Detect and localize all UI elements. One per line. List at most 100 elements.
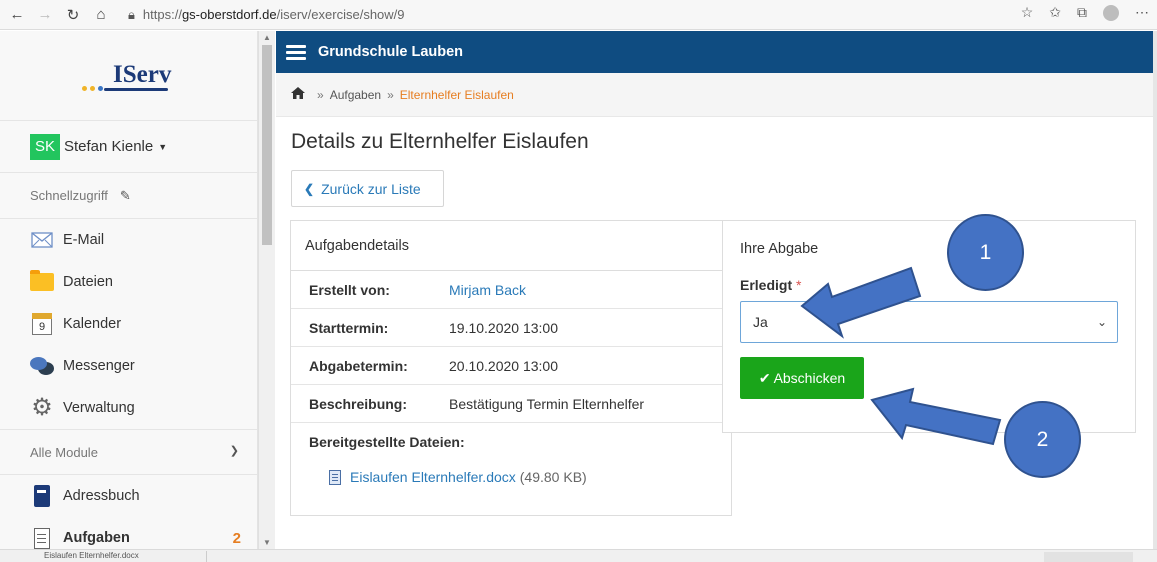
task-details-card: Aufgabendetails Erstellt von: Mirjam Bac… [290, 220, 732, 516]
url-prefix: https:// [142, 7, 182, 22]
submission-heading: Ihre Abgabe [740, 241, 819, 257]
breadcrumb-tasks[interactable]: Aufgaben [330, 88, 381, 102]
sidebar-item-label: Kalender [63, 316, 122, 332]
main-scrollbar[interactable] [1153, 31, 1157, 549]
sidebar-scrollbar[interactable]: ▲ ▼ [258, 31, 275, 549]
chevron-down-icon: ⌄ [1096, 315, 1107, 329]
calendar-icon: 9 [30, 313, 54, 335]
favorites-list-icon[interactable]: ✩ [1049, 4, 1061, 21]
profile-avatar-icon[interactable] [1103, 4, 1119, 21]
page-title: Details zu Elternhelfer Eislaufen [291, 130, 589, 153]
user-avatar: SK [30, 133, 60, 160]
hamburger-menu-icon[interactable] [286, 44, 306, 60]
breadcrumb-current: Elternhelfer Eislaufen [399, 87, 514, 102]
folder-icon [30, 270, 54, 293]
logo-text: IServ [113, 61, 172, 88]
browser-toolbar: ← → ↻ ⌂ 🔒︎ https://gs-oberstdorf.de/iser… [0, 0, 1157, 30]
statusbar-text: Eislaufen Elternhelfer.docx [44, 551, 139, 560]
address-book-icon [30, 485, 54, 507]
home-icon[interactable]: ⌂ [90, 4, 112, 26]
detail-row-start: Starttermin: 19.10.2020 13:00 [291, 309, 731, 347]
url-host: gs-oberstdorf.de [181, 7, 277, 22]
school-name[interactable]: Grundschule Lauben [318, 44, 463, 60]
logo-underline [104, 88, 168, 91]
lock-icon: 🔒︎ [128, 6, 135, 22]
logo-dots [82, 86, 103, 91]
detail-row-creator: Erstellt von: Mirjam Back [291, 271, 731, 309]
detail-row-description: Beschreibung: Bestätigung Termin Elternh… [291, 385, 731, 423]
all-modules-toggle[interactable]: Alle Module ❯ [0, 429, 257, 475]
annotation-step-1: 1 [947, 214, 1024, 291]
calendar-day: 9 [32, 313, 52, 335]
sidebar-item-administration[interactable]: ⚙ Verwaltung [0, 387, 257, 429]
back-to-list-button[interactable]: ❮ Zurück zur Liste [291, 170, 444, 207]
all-modules-label: Alle Module [30, 444, 98, 460]
browser-statusbar: Eislaufen Elternhelfer.docx [0, 549, 1157, 562]
detail-label: Erstellt von: [309, 281, 390, 298]
more-menu-icon[interactable]: ⋯ [1135, 4, 1149, 21]
chevron-left-icon: ❮ [304, 181, 315, 196]
sidebar: IServ SK Stefan Kienle ▼ Schnellzugriff … [0, 31, 258, 549]
sidebar-item-calendar[interactable]: 9 Kalender [0, 303, 257, 345]
scroll-up-icon[interactable]: ▲ [263, 33, 271, 42]
mail-icon [30, 229, 54, 251]
pencil-icon[interactable]: ✎ [120, 188, 131, 204]
file-link[interactable]: Eislaufen Elternhelfer.docx [350, 469, 516, 485]
breadcrumb-separator: » [317, 87, 324, 102]
clipboard-icon [30, 527, 54, 549]
detail-row-due: Abgabetermin: 20.10.2020 13:00 [291, 347, 731, 385]
address-bar[interactable]: https://gs-oberstdorf.de/iserv/exercise/… [143, 7, 405, 22]
reload-icon[interactable]: ↻ [62, 4, 84, 26]
statusbar-box [1044, 552, 1133, 562]
sidebar-item-files[interactable]: Dateien [0, 261, 257, 303]
provided-files-heading: Bereitgestellte Dateien: [309, 434, 465, 450]
top-navbar: Grundschule Lauben [276, 31, 1153, 73]
submission-card: Ihre Abgabe Erledigt * Ja ⌄ ✔ Abschicken [722, 220, 1136, 433]
sidebar-item-label: Verwaltung [63, 400, 135, 416]
file-item: Eislaufen Elternhelfer.docx (49.80 KB) [291, 469, 731, 485]
sidebar-item-messenger[interactable]: Messenger [0, 345, 257, 387]
home-icon[interactable] [291, 87, 305, 102]
sidebar-scroll-thumb[interactable] [262, 45, 272, 245]
sidebar-item-addressbook[interactable]: Adressbuch [0, 475, 257, 517]
detail-value: 20.10.2020 13:00 [449, 357, 558, 374]
statusbar-divider [206, 551, 207, 562]
submit-button[interactable]: ✔ Abschicken [740, 357, 864, 399]
forward-arrow-icon[interactable]: → [34, 4, 56, 26]
quick-access-header: Schnellzugriff ✎ [0, 173, 257, 219]
breadcrumb-separator: » [387, 87, 394, 102]
collections-icon[interactable]: ⧉ [1077, 4, 1087, 21]
document-icon [329, 469, 341, 485]
detail-label: Starttermin: [309, 319, 389, 336]
back-button-label: Zurück zur Liste [321, 180, 421, 197]
sidebar-item-email[interactable]: E-Mail [0, 219, 257, 261]
required-marker: * [796, 277, 802, 293]
gear-icon: ⚙ [31, 394, 53, 421]
sidebar-item-label: Adressbuch [63, 488, 140, 504]
detail-value: Bestätigung Termin Elternhelfer [449, 395, 645, 412]
url-path: /iserv/exercise/show/9 [276, 7, 405, 22]
creator-link[interactable]: Mirjam Back [449, 282, 526, 298]
annotation-step-2: 2 [1004, 401, 1081, 478]
favorite-star-icon[interactable]: ☆ [1021, 4, 1034, 21]
checkmark-icon: ✔ [758, 369, 771, 386]
completed-select-value: Ja [753, 314, 768, 330]
sidebar-item-label: Messenger [63, 358, 135, 374]
scroll-down-icon[interactable]: ▼ [263, 538, 271, 547]
detail-label: Beschreibung: [309, 395, 408, 412]
task-details-heading: Aufgabendetails [291, 221, 731, 271]
user-name: Stefan Kienle [64, 138, 154, 155]
tasks-count-badge: 2 [232, 529, 241, 547]
user-menu[interactable]: SK Stefan Kienle ▼ [0, 121, 257, 173]
completed-label-text: Erledigt [740, 277, 793, 293]
breadcrumb: » Aufgaben » Elternhelfer Eislaufen [276, 73, 1153, 117]
completed-select[interactable]: Ja ⌄ [740, 301, 1118, 343]
chevron-down-icon: ❯ [229, 445, 239, 457]
file-size: (49.80 KB) [519, 469, 587, 485]
back-arrow-icon[interactable]: ← [6, 4, 28, 26]
chat-bubbles-icon [30, 355, 54, 377]
sidebar-item-label: E-Mail [63, 232, 105, 248]
quick-access-label: Schnellzugriff [30, 188, 108, 203]
iserv-logo[interactable]: IServ [0, 31, 257, 121]
submit-label: Abschicken [773, 370, 846, 386]
